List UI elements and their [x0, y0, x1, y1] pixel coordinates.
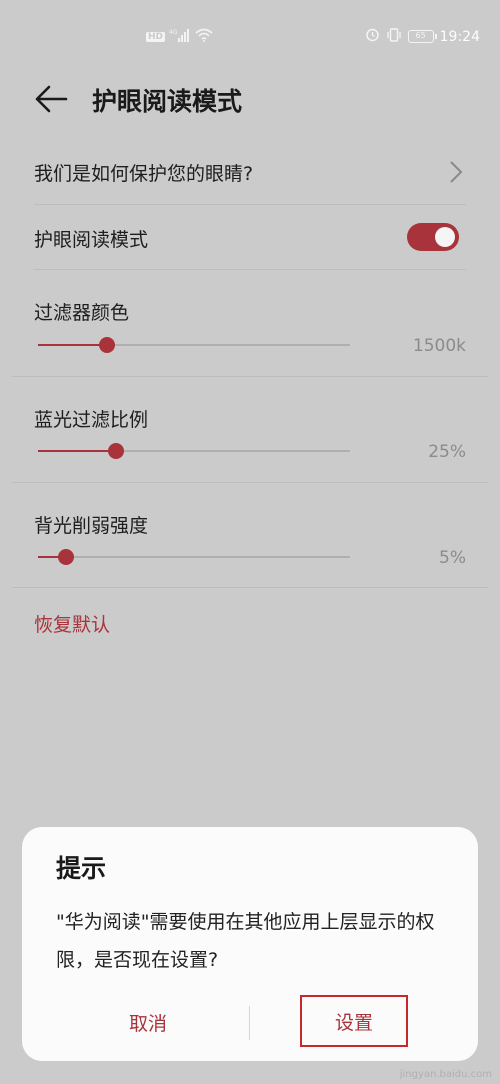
chevron-right-icon	[450, 161, 463, 183]
blue-light-label: 蓝光过滤比例	[34, 409, 149, 431]
slider-thumb[interactable]	[98, 337, 115, 353]
slider-thumb[interactable]	[108, 443, 124, 459]
battery-icon: 65	[407, 30, 437, 43]
eye-mode-toggle[interactable]	[407, 223, 459, 251]
back-button[interactable]	[34, 84, 68, 114]
dialog-title: 提示	[56, 854, 107, 883]
backlight-slider[interactable]	[38, 549, 350, 565]
page-title: 护眼阅读模式	[92, 87, 243, 116]
clock: 19:24	[439, 28, 480, 45]
status-bar-right: 65 19:24	[365, 27, 480, 46]
divider	[12, 587, 488, 588]
svg-text:4G: 4G	[169, 29, 178, 36]
filter-color-value: 1500k	[412, 336, 466, 356]
blue-light-value: 25%	[428, 442, 466, 462]
slider-thumb[interactable]	[58, 549, 75, 565]
watermark: jingyan.baidu.com	[399, 1069, 492, 1080]
button-separator	[249, 1006, 250, 1040]
status-bar: HD 4G 65 19:24	[0, 0, 500, 72]
backlight-value: 5%	[439, 548, 466, 568]
arrow-left-icon	[35, 85, 68, 113]
cancel-button[interactable]: 取消	[100, 1009, 196, 1036]
eye-mode-label: 护眼阅读模式	[34, 229, 149, 251]
vibrate-icon	[386, 27, 402, 46]
slider-fill	[38, 344, 107, 346]
blue-light-row: 蓝光过滤比例 25%	[0, 377, 500, 482]
how-protect-label: 我们是如何保护您的眼睛?	[34, 163, 254, 185]
backlight-label: 背光削弱强度	[34, 515, 149, 537]
filter-color-slider[interactable]	[38, 337, 350, 353]
settings-button[interactable]: 设置	[300, 995, 408, 1047]
slider-fill	[38, 450, 116, 452]
alarm-icon	[365, 27, 380, 46]
wifi-icon	[195, 27, 213, 46]
hd-badge: HD	[146, 31, 166, 42]
permission-dialog: 提示 "华为阅读"需要使用在其他应用上层显示的权限，是否现在设置? 取消 设置	[22, 827, 478, 1061]
app-header: 护眼阅读模式	[0, 72, 500, 128]
filter-color-label: 过滤器颜色	[34, 302, 130, 324]
eye-mode-row: 护眼阅读模式	[0, 205, 500, 269]
dialog-message: "华为阅读"需要使用在其他应用上层显示的权限，是否现在设置?	[56, 911, 435, 971]
reset-defaults-button[interactable]: 恢复默认	[34, 610, 110, 637]
status-bar-left: HD 4G	[146, 27, 213, 46]
signal-icon: 4G	[169, 27, 191, 46]
backlight-row: 背光削弱强度 5%	[0, 483, 500, 587]
filter-color-row: 过滤器颜色 1500k	[0, 270, 500, 376]
toggle-knob	[435, 227, 455, 247]
how-protect-item[interactable]: 我们是如何保护您的眼睛?	[0, 140, 500, 204]
blue-light-slider[interactable]	[38, 443, 350, 459]
